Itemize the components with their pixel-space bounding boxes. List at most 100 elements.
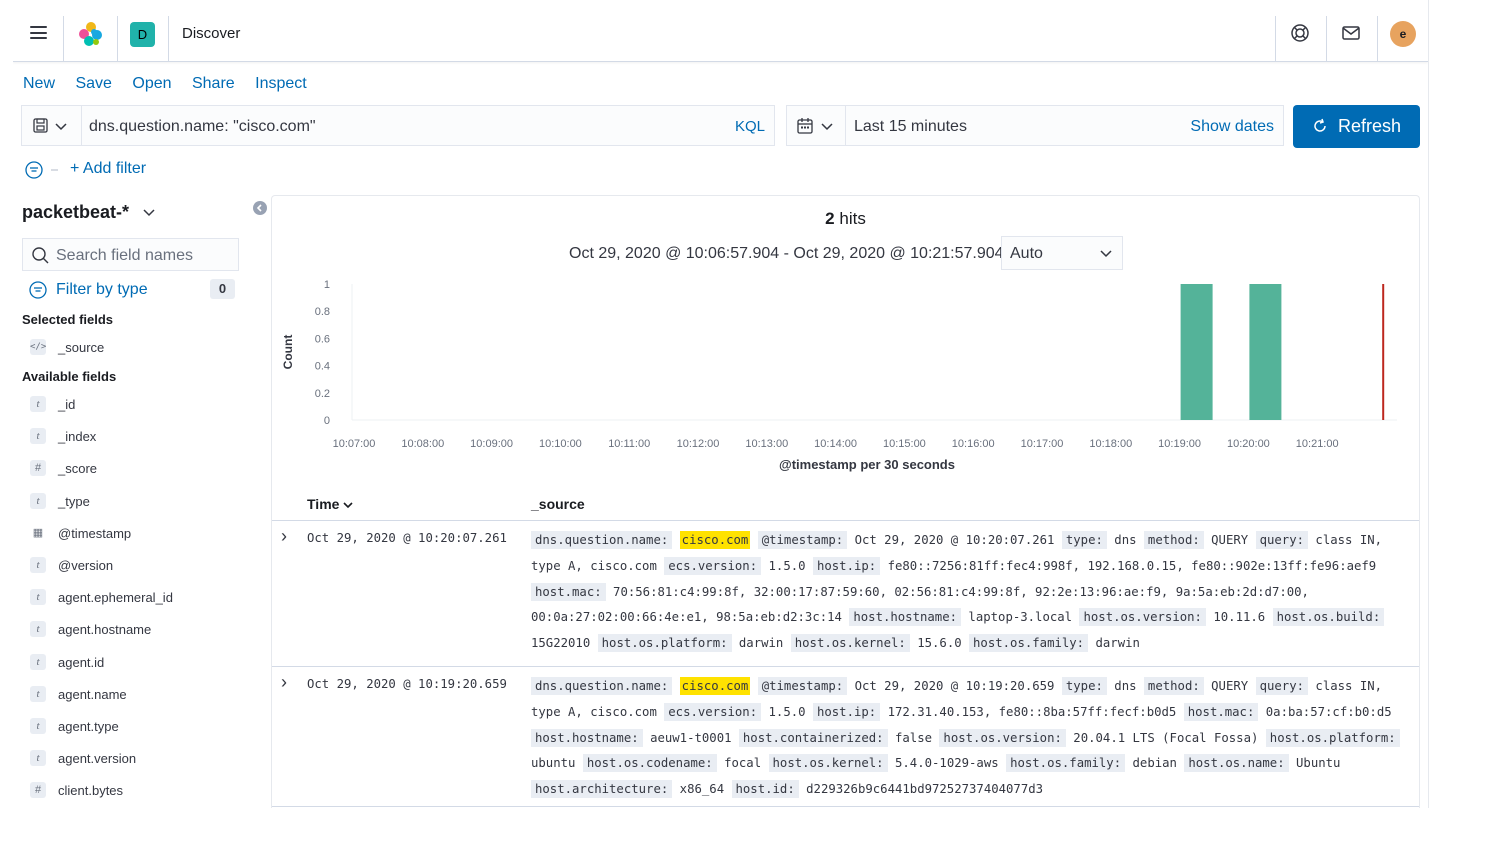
- y-tick-label: 0.2: [315, 388, 330, 400]
- source-field-key: query:: [1255, 531, 1309, 549]
- hits-number: 2: [825, 209, 835, 228]
- elastic-logo-icon[interactable]: [78, 21, 104, 47]
- source-field-value: 172.31.40.153, fe80::8ba:57ff:fecf:b0d5: [887, 704, 1177, 719]
- source-field-value: darwin: [1095, 636, 1140, 651]
- field-sidebar: packetbeat-* Search field names Filter b…: [13, 195, 271, 808]
- source-field-value: laptop-3.local: [968, 610, 1073, 625]
- y-tick-label: 0: [324, 415, 330, 427]
- table-header: Time _source: [272, 496, 1419, 521]
- source-field-value: false: [894, 730, 933, 745]
- source-field-value: Ubuntu: [1296, 756, 1341, 771]
- header-divider: [1275, 16, 1276, 61]
- index-pattern-selector[interactable]: packetbeat-*: [22, 202, 156, 223]
- inspect-link[interactable]: Inspect: [255, 75, 307, 92]
- source-field-value: 15.6.0: [917, 636, 962, 651]
- source-field-key: host.os.codename:: [582, 754, 717, 773]
- field-name: agent.name: [58, 686, 127, 702]
- interval-select[interactable]: Auto: [1001, 236, 1123, 270]
- source-column-header: _source: [531, 496, 585, 512]
- source-field-value: x86_64: [679, 782, 725, 797]
- save-link[interactable]: Save: [75, 75, 111, 92]
- expand-row-chevron-icon[interactable]: ›: [281, 526, 287, 547]
- header-divider: [117, 16, 118, 61]
- add-filter-button[interactable]: + Add filter: [70, 160, 146, 178]
- x-tick-label: 10:09:00: [470, 438, 513, 450]
- source-field-key: method:: [1143, 531, 1204, 549]
- expand-row-chevron-icon[interactable]: ›: [281, 672, 287, 693]
- field-search-input[interactable]: Search field names: [22, 238, 239, 271]
- filter-by-type-button[interactable]: Filter by type: [56, 281, 148, 299]
- refresh-button[interactable]: Refresh: [1293, 105, 1420, 148]
- x-tick-label: 10:11:00: [608, 438, 650, 450]
- field-name: agent.hostname: [58, 622, 152, 638]
- hits-label: hits: [839, 209, 866, 228]
- show-dates-button[interactable]: Show dates: [1190, 118, 1274, 136]
- y-tick-label: 0.6: [315, 333, 330, 345]
- help-icon[interactable]: [1289, 22, 1311, 44]
- selected-fields-heading: Selected fields: [22, 312, 114, 327]
- x-tick-label: 10:10:00: [539, 438, 582, 450]
- histogram-bar: [1180, 284, 1213, 420]
- hits-count: 2 hits: [272, 209, 1419, 229]
- string-field-icon: t: [30, 589, 46, 606]
- source-field-value: 1.5.0: [768, 558, 806, 573]
- source-field-key: host.os.kernel:: [790, 634, 910, 653]
- source-field-value: 10.11.6: [1213, 610, 1266, 625]
- source-field-value: fe80::7256:81ff:fec4:998f, 192.168.0.15,…: [887, 558, 1377, 573]
- quick-select-button[interactable]: [787, 106, 846, 145]
- open-link[interactable]: Open: [132, 75, 171, 92]
- source-field-key: host.ip:: [812, 702, 881, 721]
- source-field-value: QUERY: [1211, 679, 1249, 693]
- field-name: agent.ephemeral_id: [58, 590, 173, 606]
- field-name: agent.version: [58, 751, 137, 767]
- index-pattern-label: packetbeat-*: [22, 202, 130, 222]
- source-field-key: host.id:: [731, 780, 799, 799]
- share-link[interactable]: Share: [192, 75, 235, 92]
- saved-queries-button[interactable]: [22, 106, 82, 145]
- space-avatar[interactable]: D: [130, 22, 155, 47]
- table-row: › Oct 29, 2020 @ 10:19:20.659 dns.question…: [272, 666, 1419, 807]
- y-tick-label: 0.8: [315, 306, 330, 318]
- chevron-down-icon: [1100, 250, 1112, 258]
- row-source: dns.question.name: cisco.com @timestamp:…: [531, 674, 1411, 803]
- row-timestamp: Oct 29, 2020 @ 10:19:20.659: [307, 677, 507, 691]
- top-header: D Discover e: [13, 0, 1428, 62]
- time-range-text: Oct 29, 2020 @ 10:06:57.904 - Oct 29, 20…: [569, 245, 1004, 262]
- string-field-icon: t: [30, 718, 46, 734]
- histogram-chart: 1 0.8 0.6 0.4 0.2 0 Count 10:07:00 10:08:00 10:09…: [281, 279, 1397, 472]
- x-tick-label: 10:07:00: [333, 438, 376, 450]
- search-icon: [32, 247, 49, 264]
- source-field-key: host.hostname:: [849, 608, 962, 627]
- available-fields-heading: Available fields: [22, 369, 117, 384]
- refresh-label: Refresh: [1338, 116, 1402, 136]
- sort-down-icon: [343, 502, 353, 509]
- source-field-value: dns: [1114, 679, 1137, 693]
- x-tick-label: 10:19:00: [1158, 438, 1201, 450]
- string-field-icon: t: [30, 396, 46, 412]
- collapse-sidebar-button[interactable]: [253, 201, 267, 215]
- source-field-key: host.os.platform:: [1265, 728, 1400, 747]
- new-link[interactable]: New: [23, 75, 55, 92]
- date-field-icon: ▦: [32, 526, 44, 539]
- user-avatar[interactable]: e: [1390, 21, 1416, 47]
- source-field-value: ubuntu: [531, 756, 576, 771]
- chevron-down-icon: [143, 209, 155, 217]
- results-panel: 2 hits Oct 29, 2020 @ 10:06:57.904 - Oct…: [271, 195, 1420, 808]
- time-range-display[interactable]: Last 15 minutes: [854, 118, 967, 136]
- menu-icon[interactable]: [30, 26, 47, 39]
- field-name: _source: [58, 340, 105, 355]
- x-tick-label: 10:12:00: [677, 438, 720, 450]
- time-column-header[interactable]: Time: [307, 496, 353, 512]
- header-divider: [63, 16, 64, 61]
- y-tick-label: 0.4: [315, 361, 330, 373]
- source-field-key: host.os.kernel:: [768, 754, 888, 773]
- string-field-icon: t: [30, 653, 46, 670]
- filter-icon: [29, 281, 47, 299]
- newsfeed-mail-icon[interactable]: [1340, 22, 1362, 44]
- save-query-icon: [33, 118, 67, 133]
- filter-options-icon[interactable]: [25, 161, 65, 179]
- query-input[interactable]: dns.question.name: "cisco.com": [89, 118, 316, 136]
- page-title: Discover: [182, 25, 241, 42]
- kql-toggle-button[interactable]: KQL: [735, 118, 765, 135]
- source-field-value: Oct 29, 2020 @ 10:19:20.659: [854, 679, 1055, 693]
